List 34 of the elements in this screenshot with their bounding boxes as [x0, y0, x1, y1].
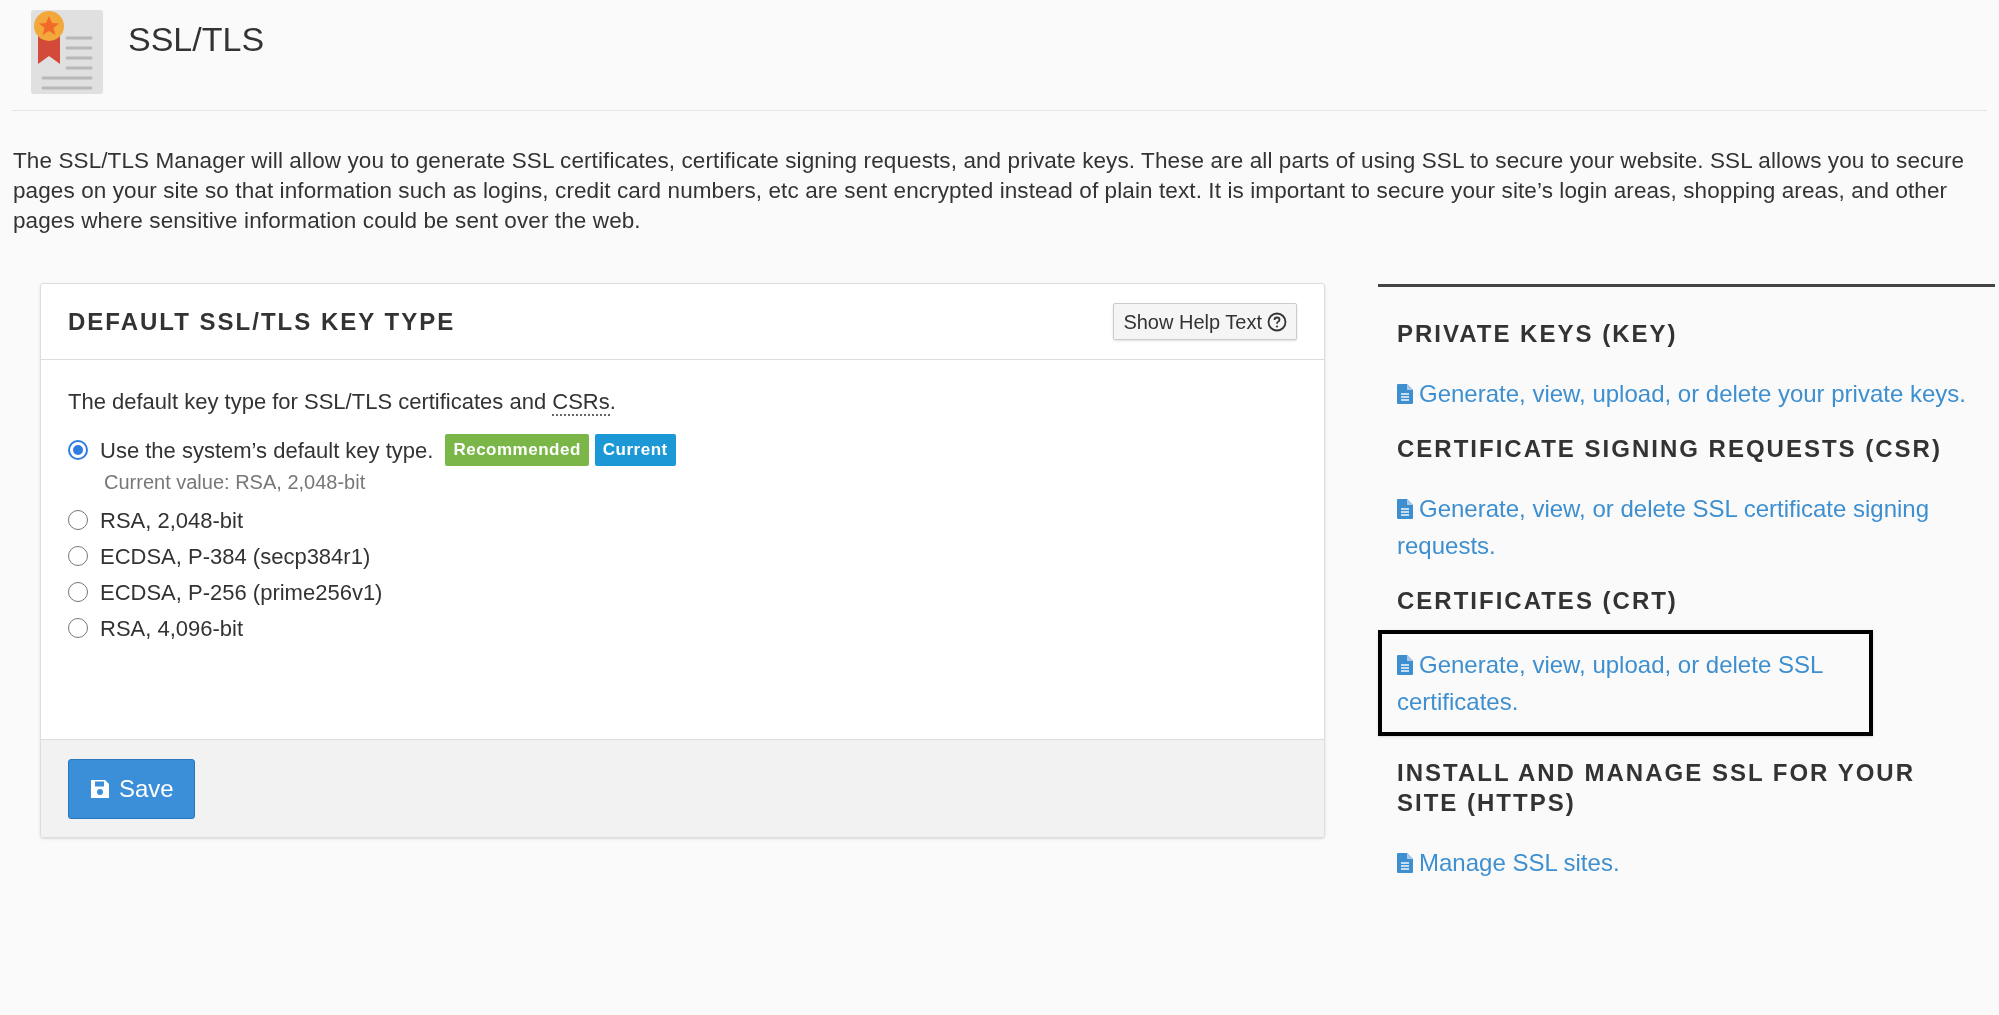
radio-button[interactable]: [68, 582, 88, 602]
option-label: RSA, 2,048-bit: [100, 506, 244, 535]
option-label: ECDSA, P-256 (prime256v1): [100, 578, 383, 607]
section-heading: PRIVATE KEYS (KEY): [1396, 319, 1679, 349]
description-text: The default key type for SSL/TLS certificates and CSRs.: [68, 388, 617, 418]
radio-button[interactable]: [68, 546, 88, 566]
option-label: Use the system’s default key type.: [100, 436, 434, 465]
save-button[interactable]: Save: [68, 758, 195, 819]
document-icon: [1397, 655, 1413, 675]
option-label: RSA, 4,096-bit: [100, 614, 244, 643]
radio-button[interactable]: [68, 510, 88, 530]
section-link[interactable]: Manage SSL sites.: [1397, 844, 1976, 881]
intro-paragraph: The SSL/TLS Manager will allow you to generate SSL certificates, certificate signing requests, and private keys. These are all parts of using SSL to secure your website. SSL allows you to secure pages on your site so that information such as logins, credit card numbers, etc are sent encrypted instead of plain text. It is important to secure your site’s login areas, shopping areas, and other pages where sensitive information could be sent over the web.: [13, 147, 1966, 235]
status-badge: Current: [594, 434, 676, 466]
certificate-icon: [31, 10, 103, 94]
current-value-note: Current value: RSA, 2,048-bit: [104, 470, 367, 495]
section-link[interactable]: Generate, view, upload, or delete SSL certificates.: [1397, 646, 1854, 720]
section-heading: INSTALL AND MANAGE SSL FOR YOUR SITE (HTTPS): [1396, 758, 1917, 818]
status-badge: Recommended: [445, 434, 589, 466]
section-heading: CERTIFICATES (CRT): [1396, 586, 1679, 616]
document-icon: [1397, 853, 1413, 873]
section-heading: CERTIFICATE SIGNING REQUESTS (CSR): [1396, 434, 1943, 464]
save-icon: [89, 777, 111, 800]
radio-button[interactable]: [68, 618, 88, 638]
help-icon: [1267, 311, 1287, 332]
document-icon: [1397, 384, 1413, 404]
section-link[interactable]: Generate, view, upload, or delete your private keys.: [1397, 375, 1976, 412]
help-button[interactable]: Show Help Text: [1113, 303, 1297, 340]
document-icon: [1397, 499, 1413, 519]
page-title: SSL/TLS: [128, 19, 265, 56]
section-link[interactable]: Generate, view, or delete SSL certificate signing requests.: [1397, 490, 1976, 564]
card-title: DEFAULT SSL/TLS KEY TYPE: [68, 306, 456, 337]
radio-button[interactable]: [68, 440, 88, 460]
option-label: ECDSA, P-384 (secp384r1): [100, 542, 371, 571]
